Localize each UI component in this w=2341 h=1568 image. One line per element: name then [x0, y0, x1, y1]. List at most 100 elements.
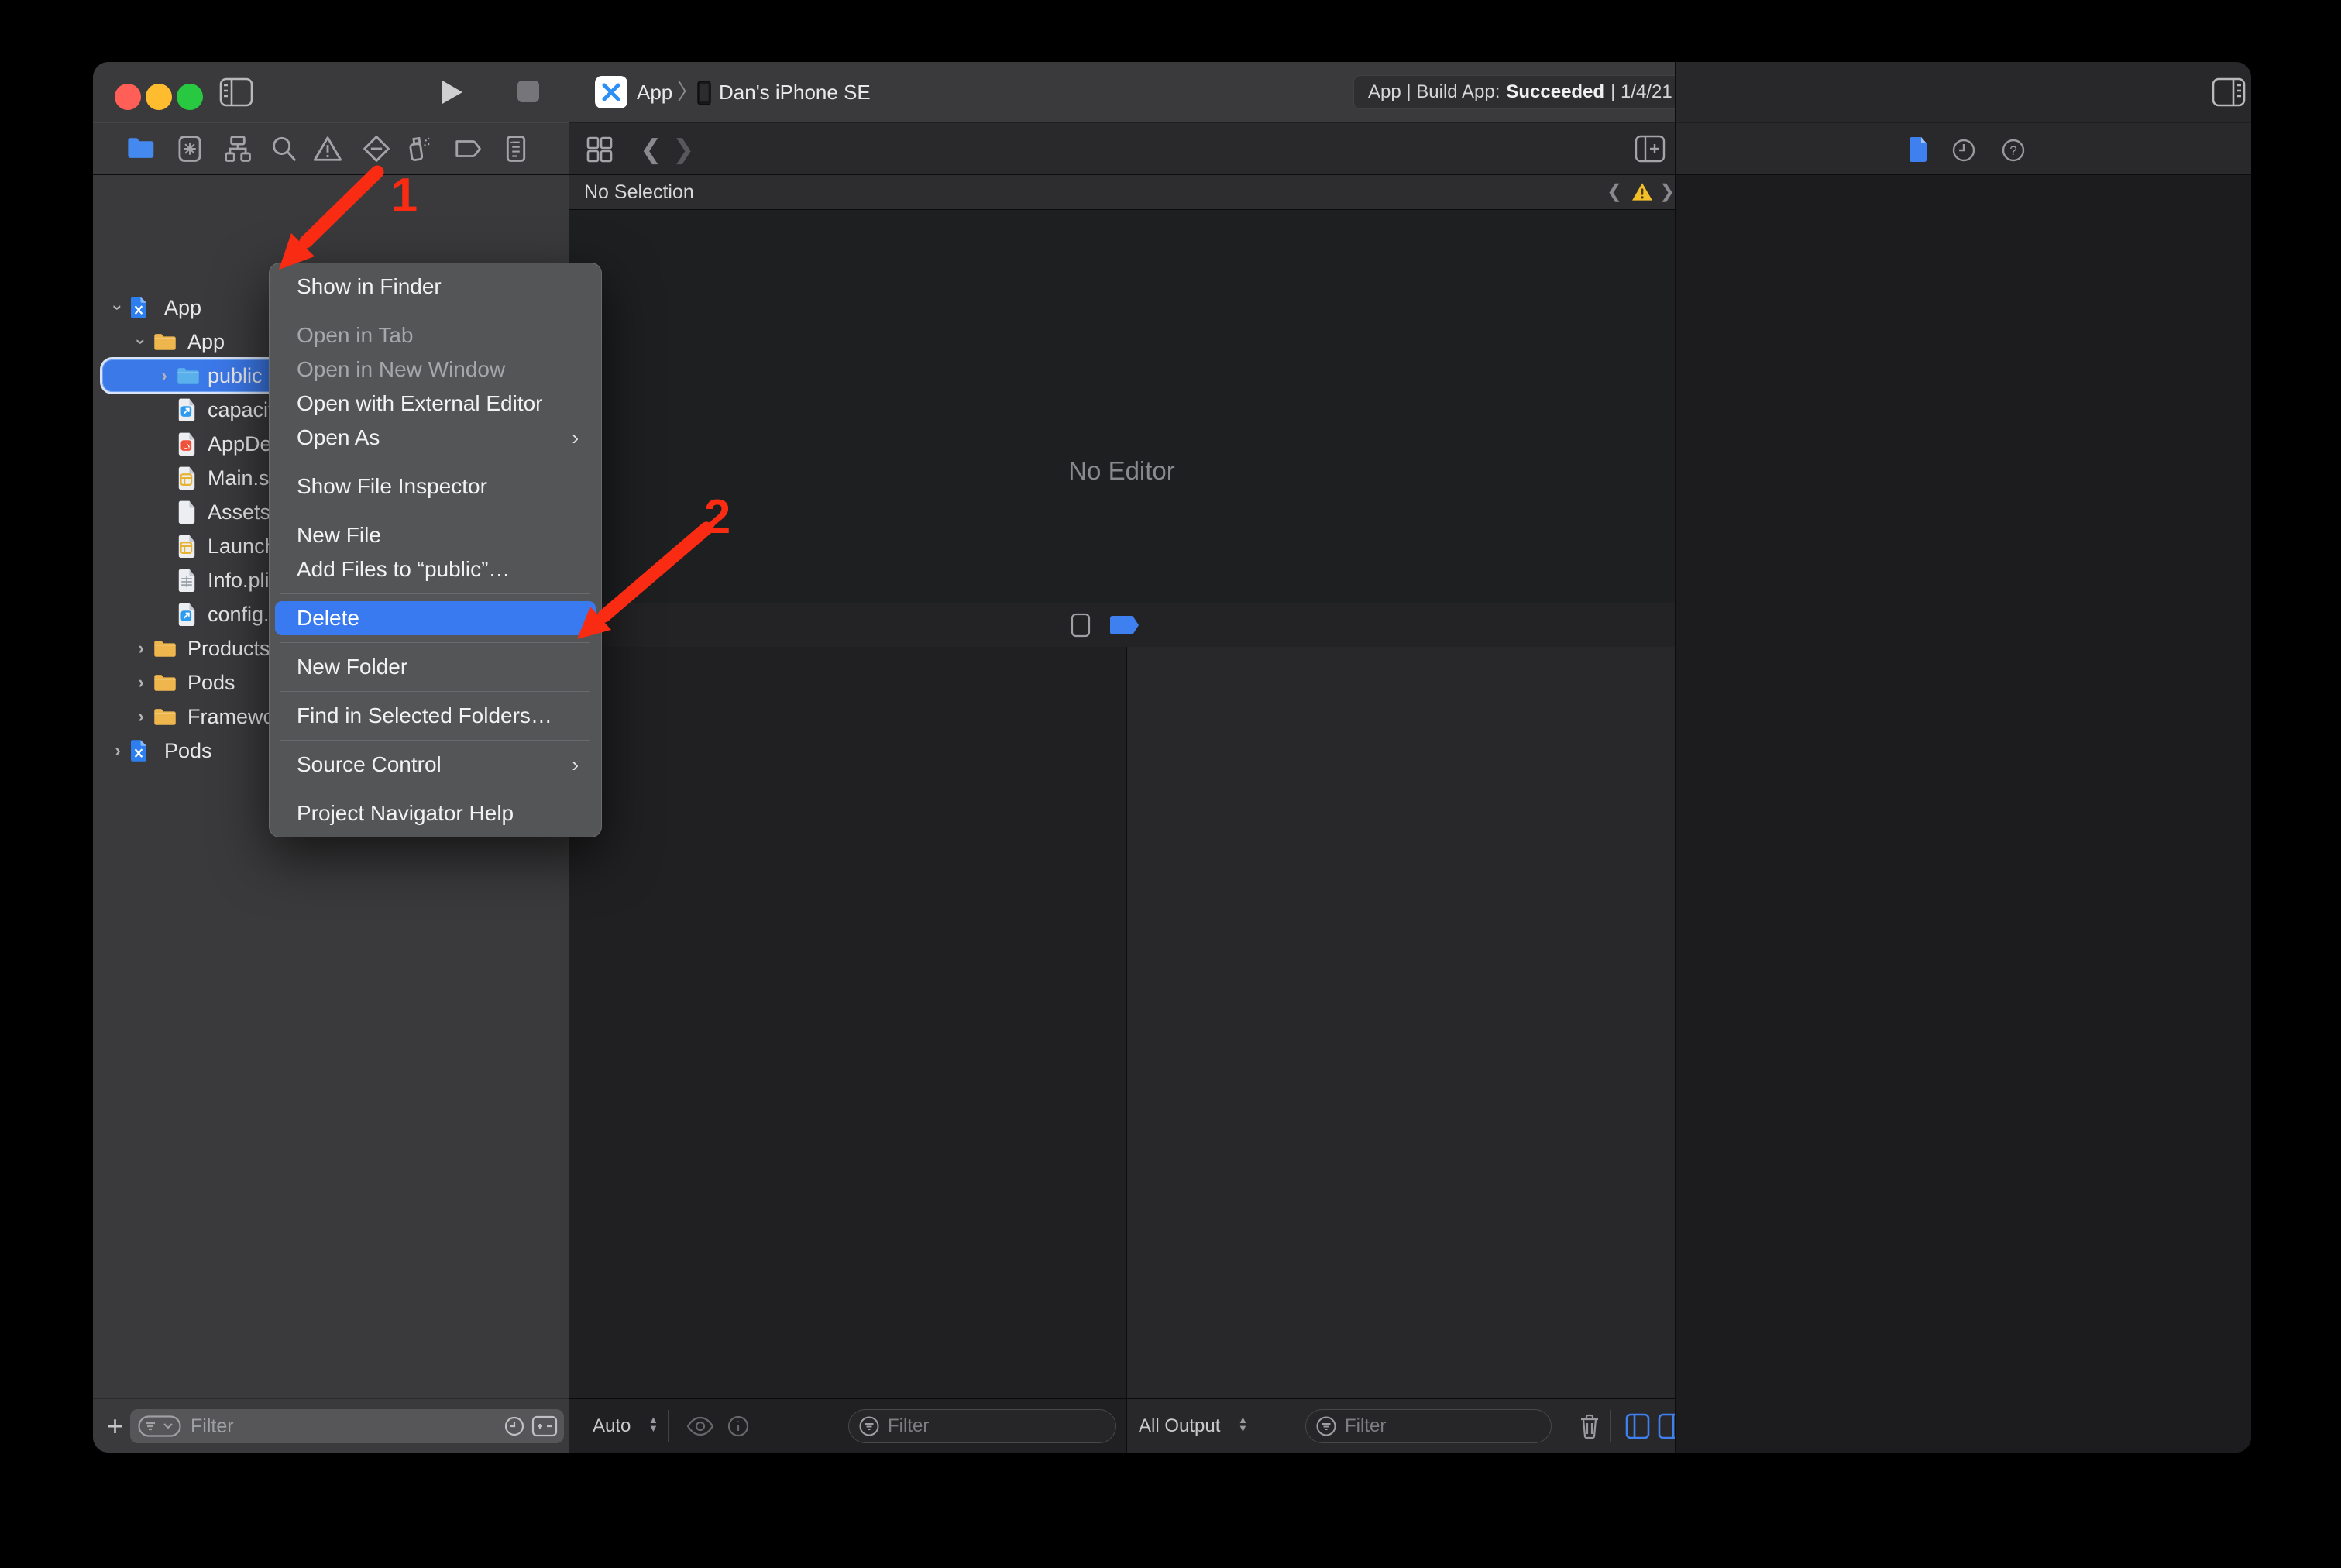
- disclosure-chevron-icon[interactable]: ›: [110, 741, 125, 761]
- console-filter-field[interactable]: Filter: [1305, 1409, 1552, 1443]
- variables-filter-placeholder: Filter: [888, 1415, 929, 1437]
- menu-item-add-files-to-public[interactable]: Add Files to “public”…: [275, 552, 596, 586]
- variables-scope-popup[interactable]: Auto: [593, 1415, 631, 1437]
- menu-separator: [280, 691, 590, 692]
- menu-separator: [280, 593, 590, 594]
- previous-issue-icon[interactable]: ❮: [1607, 181, 1622, 203]
- menu-item-open-as[interactable]: Open As›: [275, 421, 596, 455]
- menu-item-delete[interactable]: Delete: [275, 601, 596, 635]
- next-issue-icon[interactable]: ❯: [1659, 181, 1675, 203]
- debug-navigator-tab[interactable]: [403, 134, 432, 163]
- toolbar-right: [1675, 62, 2251, 122]
- menu-item-project-navigator-help[interactable]: Project Navigator Help: [275, 796, 596, 830]
- close-window-button[interactable]: [115, 84, 141, 110]
- find-navigator-tab[interactable]: [269, 134, 298, 163]
- folder-icon: [177, 366, 200, 386]
- menu-item-new-file[interactable]: New File: [275, 518, 596, 552]
- console-view[interactable]: [1126, 647, 1675, 1398]
- symbol-navigator-tab[interactable]: [223, 134, 253, 163]
- divider[interactable]: [1675, 62, 1676, 1453]
- breakpoints-toggle-icon[interactable]: [1109, 614, 1140, 637]
- variables-scope-chevrons: ▲▼: [648, 1415, 658, 1432]
- folder-icon: [153, 639, 177, 658]
- back-navigation-icon[interactable]: ❮: [640, 134, 662, 165]
- menu-item-new-folder[interactable]: New Folder: [275, 650, 596, 684]
- jump-bar-label: No Selection: [584, 181, 694, 204]
- navigator-filter-bar: + Filter: [93, 1398, 569, 1453]
- variables-filter-field[interactable]: Filter: [848, 1409, 1116, 1443]
- context-menu: Show in FinderOpen in TabOpen in New Win…: [269, 263, 602, 837]
- menu-item-show-file-inspector[interactable]: Show File Inspector: [275, 469, 596, 504]
- project-icon: [129, 296, 149, 319]
- info-icon[interactable]: [727, 1415, 750, 1438]
- file-inspector-tab[interactable]: [1907, 136, 1929, 163]
- divider[interactable]: [1126, 647, 1127, 1453]
- help-inspector-tab[interactable]: ?: [2000, 137, 2026, 163]
- menu-separator: [280, 642, 590, 643]
- menu-item-find-in-selected-folders[interactable]: Find in Selected Folders…: [275, 699, 596, 733]
- project-icon: [129, 739, 149, 762]
- minimize-window-button[interactable]: [146, 84, 172, 110]
- file-icon: [177, 500, 197, 524]
- minimap-grid-icon[interactable]: [586, 136, 614, 163]
- run-destination-button[interactable]: Dan's iPhone SE: [719, 62, 871, 122]
- breakpoint-navigator-tab[interactable]: [453, 134, 483, 163]
- disclosure-chevron-icon[interactable]: ›: [131, 334, 151, 349]
- recent-files-icon[interactable]: [504, 1415, 525, 1437]
- project-navigator-tab[interactable]: [126, 134, 156, 163]
- tree-row-label: App: [187, 330, 225, 354]
- show-variables-view-icon[interactable]: [1625, 1413, 1650, 1439]
- stop-button[interactable]: [517, 81, 539, 102]
- issue-warning-icon[interactable]: [1631, 182, 1653, 201]
- run-button[interactable]: [440, 79, 465, 105]
- inspector-toggle-icon[interactable]: [2212, 77, 2246, 107]
- xcode-window: App 〉 Dan's iPhone SE App | Build App: S…: [93, 62, 2251, 1453]
- debug-view-icon[interactable]: [1071, 613, 1091, 638]
- file-inspector-panel: Identity and Type Name public Location R…: [1675, 174, 2251, 1453]
- disclosure-chevron-icon[interactable]: ›: [133, 638, 149, 658]
- menu-item-open-with-external-editor[interactable]: Open with External Editor: [275, 387, 596, 421]
- scheme-chevron: 〉: [677, 62, 699, 122]
- add-item-icon[interactable]: +: [107, 1410, 123, 1442]
- menu-item-source-control[interactable]: Source Control›: [275, 748, 596, 782]
- variables-view-bar: Auto ▲▼ Filter: [569, 1398, 1126, 1453]
- divider: [668, 1410, 669, 1442]
- status-text-prefix: App | Build App:: [1368, 81, 1500, 103]
- active-scheme-button[interactable]: App: [637, 62, 672, 122]
- disclosure-chevron-icon[interactable]: ›: [133, 707, 149, 727]
- source-control-status-icon[interactable]: [531, 1415, 558, 1437]
- status-text-result: Succeeded: [1506, 81, 1604, 103]
- disclosure-chevron-icon[interactable]: ›: [108, 300, 128, 315]
- variables-view[interactable]: [569, 647, 1126, 1398]
- menu-item-show-in-finder[interactable]: Show in Finder: [275, 270, 596, 304]
- source-control-navigator-tab[interactable]: [175, 134, 205, 163]
- menu-item-open-in-new-window: Open in New Window: [275, 352, 596, 387]
- iphone-icon: [697, 81, 711, 105]
- tree-row-label: Pods: [187, 671, 235, 695]
- forward-navigation-icon[interactable]: ❯: [672, 134, 695, 165]
- clear-console-trash-icon[interactable]: [1579, 1413, 1600, 1439]
- console-scope-popup[interactable]: All Output: [1139, 1415, 1220, 1437]
- console-scope-chevrons: ▲▼: [1238, 1415, 1248, 1432]
- zoom-window-button[interactable]: [177, 84, 203, 110]
- test-navigator-tab[interactable]: [362, 134, 391, 163]
- xcode-project-icon: [595, 76, 627, 108]
- menu-separator: [280, 740, 590, 741]
- navigator-filter-field[interactable]: Filter: [130, 1409, 564, 1443]
- file-icon: [177, 398, 197, 421]
- add-editor-icon[interactable]: [1635, 135, 1666, 163]
- disclosure-chevron-icon[interactable]: ›: [156, 366, 172, 386]
- editor-empty-area: No Editor: [569, 210, 1675, 603]
- issue-navigator-tab[interactable]: [313, 134, 342, 163]
- folder-icon: [153, 707, 177, 727]
- svg-text:?: ?: [2009, 143, 2016, 158]
- sidebar-toggle-icon[interactable]: [219, 77, 253, 107]
- toolbar-center: App 〉 Dan's iPhone SE App | Build App: S…: [569, 62, 1675, 122]
- quicklook-eye-icon[interactable]: [686, 1416, 714, 1436]
- debug-bar: [569, 603, 1675, 648]
- history-inspector-tab[interactable]: [1951, 137, 1977, 163]
- filter-options-icon[interactable]: [138, 1415, 181, 1437]
- file-icon: [177, 466, 197, 490]
- report-navigator-tab[interactable]: [501, 134, 531, 163]
- disclosure-chevron-icon[interactable]: ›: [133, 672, 149, 693]
